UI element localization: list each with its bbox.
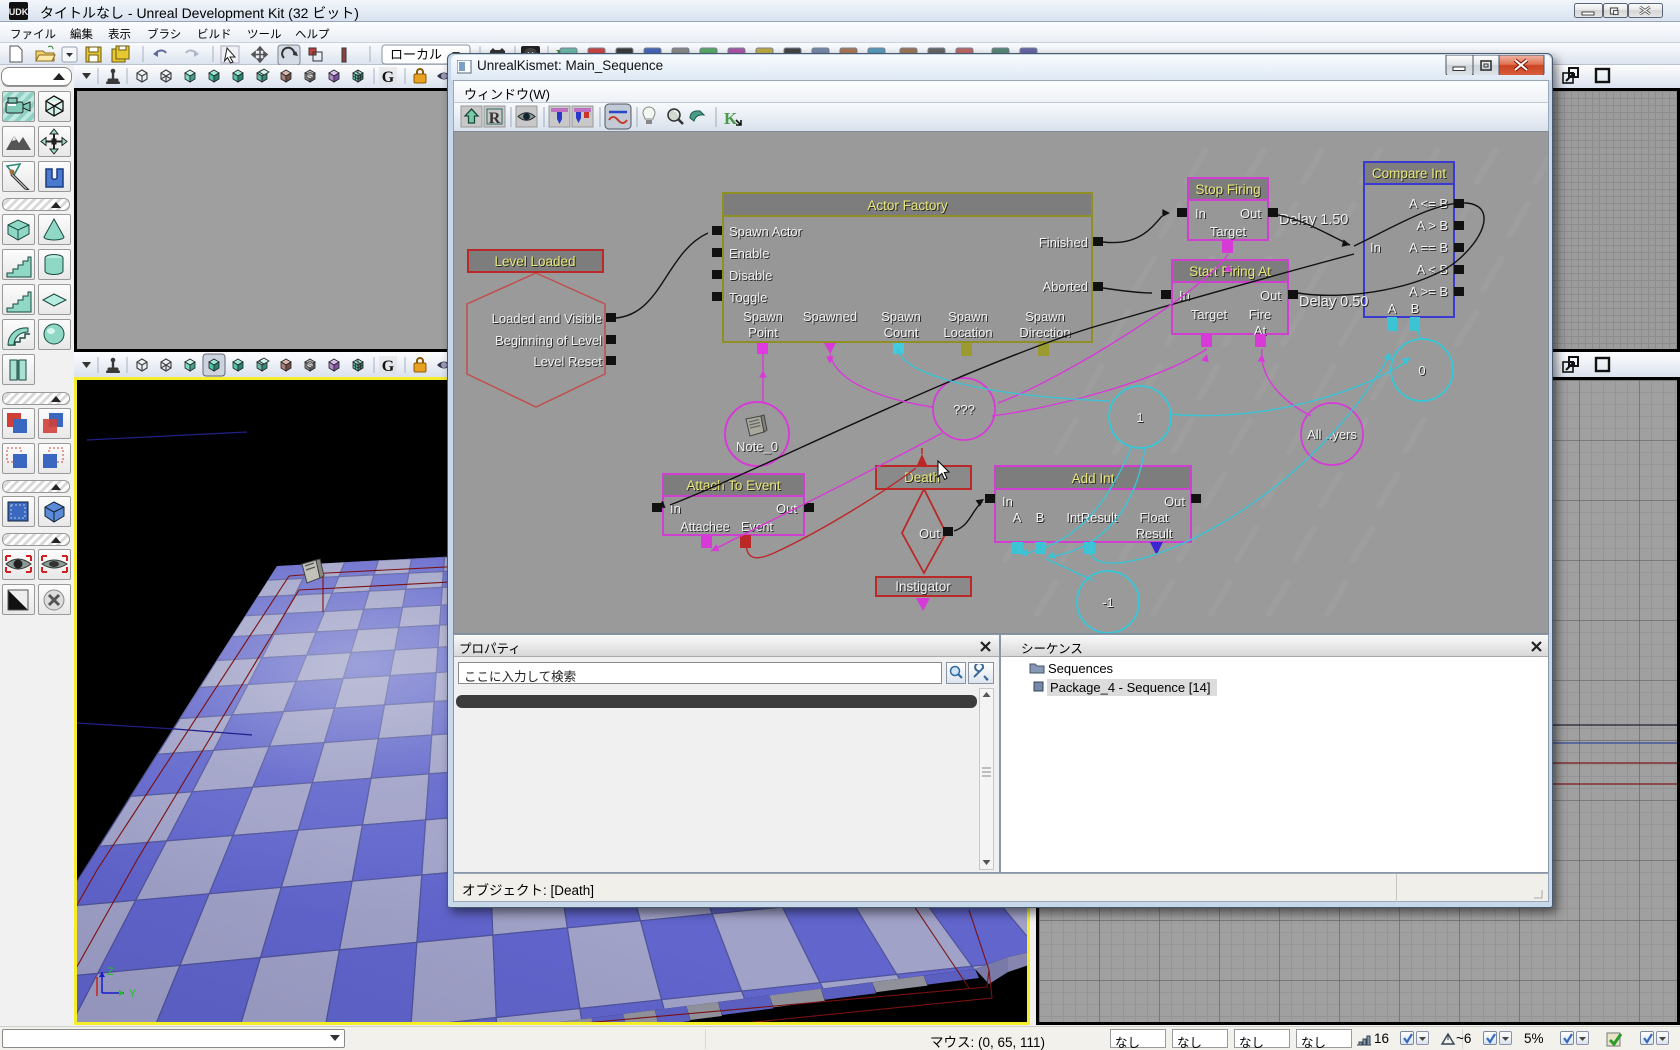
svg-text:Delay 0.50: Delay 0.50 — [1299, 294, 1368, 310]
svg-text:Finished: Finished — [1039, 235, 1088, 250]
svg-text:Location: Location — [943, 325, 992, 340]
svg-text:B: B — [1036, 510, 1045, 525]
svg-text:Spawn Actor: Spawn Actor — [729, 224, 803, 239]
svg-text:Result: Result — [1136, 526, 1173, 541]
svg-text:Toggle: Toggle — [729, 290, 767, 305]
svg-text:Point: Point — [748, 325, 778, 340]
svg-text:Spawn: Spawn — [948, 309, 988, 324]
svg-text:Out: Out — [1164, 494, 1185, 509]
svg-text:Aborted: Aborted — [1042, 279, 1088, 294]
svg-text:Fire: Fire — [1249, 307, 1271, 322]
svg-text:A <= B: A <= B — [1409, 196, 1448, 211]
svg-text:Compare Int: Compare Int — [1372, 166, 1447, 181]
svg-text:Float: Float — [1140, 510, 1169, 525]
svg-text:S: S — [308, 364, 312, 370]
svg-text:Out: Out — [1260, 288, 1281, 303]
svg-text:Stop Firing: Stop Firing — [1195, 182, 1260, 197]
svg-text:Disable: Disable — [729, 268, 772, 283]
svg-text:Spawn: Spawn — [743, 309, 783, 324]
svg-text:In: In — [1002, 494, 1013, 509]
svg-text:???: ??? — [953, 402, 975, 417]
svg-text:Attachee: Attachee — [680, 520, 729, 534]
svg-text:G: G — [382, 358, 395, 375]
svg-text:Add Int: Add Int — [1072, 471, 1115, 486]
svg-text:Spawn: Spawn — [1025, 309, 1065, 324]
svg-text:ローカル: ローカル — [390, 47, 442, 62]
svg-text:UDK: UDK — [9, 7, 29, 17]
svg-text:Spawn: Spawn — [881, 309, 921, 324]
svg-text:Note_0: Note_0 — [736, 439, 778, 454]
svg-text:-1: -1 — [1102, 595, 1114, 610]
svg-text:Beginning of Level: Beginning of Level — [495, 333, 602, 348]
svg-text:B: B — [1411, 301, 1420, 316]
svg-text:G: G — [382, 69, 395, 86]
svg-text:In: In — [1370, 240, 1381, 255]
svg-text:1: 1 — [1136, 410, 1143, 425]
svg-text:A > B: A > B — [1417, 218, 1448, 233]
svg-text:Enable: Enable — [729, 246, 769, 261]
svg-text:Loaded and Visible: Loaded and Visible — [492, 311, 602, 326]
svg-text:Delay 1.50: Delay 1.50 — [1279, 212, 1348, 228]
svg-text:In: In — [1195, 206, 1206, 221]
svg-text:Target: Target — [1191, 307, 1228, 322]
svg-text:A >= B: A >= B — [1409, 284, 1448, 299]
svg-text:IntResult: IntResult — [1066, 510, 1118, 525]
svg-text:Attach To Event: Attach To Event — [686, 478, 781, 493]
svg-text:A: A — [1013, 510, 1022, 525]
svg-text:S: S — [308, 75, 312, 81]
svg-text:K: K — [724, 109, 738, 128]
svg-text:Level Reset: Level Reset — [533, 354, 602, 369]
svg-text:A: A — [1388, 301, 1397, 316]
svg-text:Out: Out — [1240, 206, 1261, 221]
svg-text:Out: Out — [919, 526, 940, 541]
svg-text:A == B: A == B — [1409, 240, 1448, 255]
svg-text:Y: Y — [129, 988, 137, 1000]
svg-text:Actor Factory: Actor Factory — [867, 198, 948, 213]
svg-text:Level Loaded: Level Loaded — [494, 254, 575, 269]
svg-text:Instigator: Instigator — [895, 579, 951, 594]
svg-text:Target: Target — [1210, 224, 1247, 239]
svg-text:Z: Z — [107, 966, 114, 978]
svg-text:0: 0 — [1418, 363, 1425, 378]
svg-text:Spawned: Spawned — [803, 309, 857, 324]
svg-text:Count: Count — [884, 325, 919, 340]
